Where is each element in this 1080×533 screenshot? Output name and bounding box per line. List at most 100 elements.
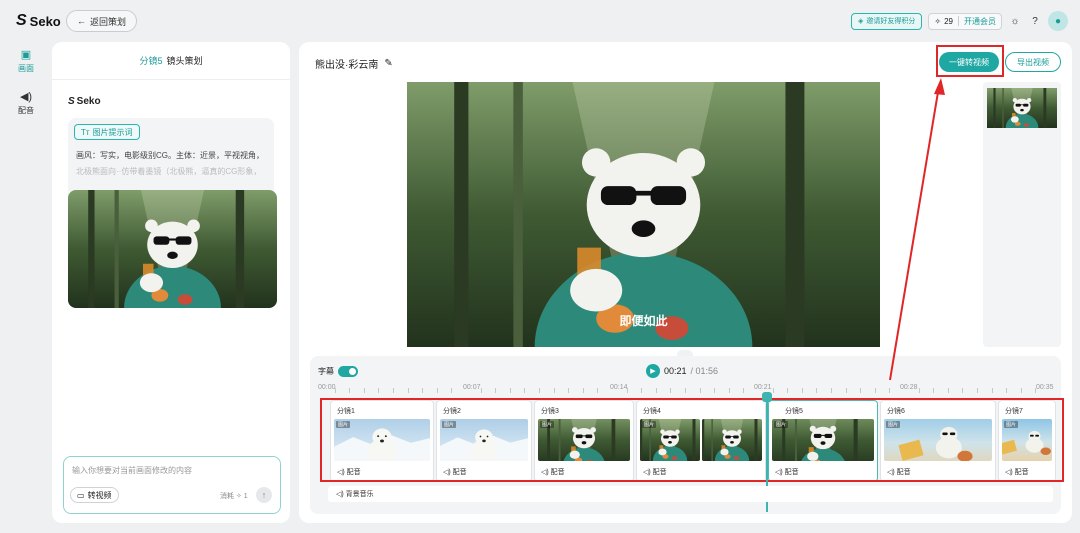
ruler-tick [655, 388, 657, 393]
time-ruler[interactable]: 00:00 00:07 00:14 00:21 00:28 00:35 [310, 382, 1061, 396]
ruler-tick [831, 388, 832, 393]
seko-logo-icon: S [16, 12, 27, 29]
invite-button[interactable]: ◈ 邀请好友得积分 [851, 12, 923, 30]
ruler-tick [699, 388, 701, 393]
ruler-tick [1020, 388, 1022, 393]
subtitle-toggle-label: 字幕 [318, 367, 334, 376]
tick-label: 00:28 [900, 384, 918, 391]
pencil-icon[interactable]: ✎ [384, 58, 392, 69]
project-title: 熊出没·彩云南 [315, 60, 379, 71]
prompt-tag-label: 图片提示词 [92, 127, 133, 137]
ruler-tick [363, 388, 365, 393]
subtitle-text: 即便如此 [619, 314, 668, 328]
ruler-tick [568, 388, 570, 393]
ruler-tick [772, 388, 774, 393]
annotation-box [320, 398, 1064, 482]
sun-icon[interactable]: ☼ [1008, 14, 1022, 28]
ruler-tick [889, 388, 891, 393]
back-button[interactable]: ← 返回策划 [66, 10, 138, 32]
cost-label: 消耗 [220, 493, 234, 500]
bgm-label: 背景音乐 [345, 491, 374, 498]
ruler-tick [1035, 388, 1037, 393]
video-preview[interactable]: 即便如此 [407, 82, 880, 347]
avatar[interactable]: ● [1048, 11, 1068, 31]
user-icon: ● [1054, 15, 1062, 27]
rail-item-voiceover[interactable]: ◀) 配音 [8, 90, 44, 116]
shot-thumbnail[interactable] [68, 190, 277, 308]
ruler-tick [539, 388, 540, 393]
top-right-actions: ◈ 邀请好友得积分 ✧ 29 开通会员 ☼ ? ● [851, 10, 1068, 32]
help-icon[interactable]: ? [1028, 14, 1042, 28]
edit-chat-box[interactable]: 输入你想要对当前画面修改的内容 ▭ 转视频 消耗 ✧ 1 ↑ [63, 456, 281, 514]
ruler-tick [553, 388, 555, 393]
arrow-left-icon: ← [77, 16, 86, 26]
ruler-tick [685, 388, 686, 393]
shot-label: 分镜5 [139, 56, 163, 66]
ruler-tick [495, 388, 497, 393]
playback-controls: ▶ 00:21 / 01:56 [646, 364, 718, 378]
vip-label[interactable]: 开通会员 [964, 16, 996, 27]
invite-label: 邀请好友得积分 [866, 18, 916, 25]
ruler-tick [874, 388, 876, 393]
seko-logo-icon: S [68, 96, 75, 107]
current-time: 00:21 [664, 366, 687, 376]
background-music-track[interactable]: ◁) 背景音乐 [328, 486, 1053, 502]
shot-strip-thumb[interactable] [987, 88, 1057, 128]
toggle-switch[interactable] [338, 366, 358, 377]
subtitle-toggle[interactable]: 字幕 [318, 366, 358, 377]
rail-item-label: 画面 [18, 64, 34, 73]
ruler-tick [801, 388, 803, 393]
shot-thumbnail-image [68, 190, 277, 308]
timeline: 字幕 ▶ 00:21 / 01:56 00:00 00:07 00:14 00:… [310, 356, 1064, 514]
ruler-tick [480, 388, 482, 393]
ruler-tick [451, 388, 453, 393]
credits-pill[interactable]: ✧ 29 开通会员 [928, 12, 1002, 30]
ruler-tick [728, 388, 730, 393]
ruler-tick [393, 388, 394, 393]
convert-chip-label: 转视频 [87, 490, 112, 500]
ruler-tick [436, 388, 438, 393]
convert-video-chip[interactable]: ▭ 转视频 [70, 487, 119, 503]
tick-label: 00:07 [463, 384, 481, 391]
prompt-text: 画风：写实，电影级别CG。主体：近景，平视视角， 北极熊面向··仿带着墨镜（北极… [76, 148, 270, 180]
ruler-tick [787, 388, 789, 393]
prompt-line: 画风：写实，电影级别CG。主体：近景，平视视角， [76, 151, 264, 160]
ruler-tick [918, 388, 920, 393]
assistant-brand: S Seko [68, 96, 101, 107]
app-logo[interactable]: S Seko [16, 12, 61, 30]
ruler-tick [933, 388, 935, 393]
gem-icon: ◈ [858, 18, 864, 25]
preview-image [407, 82, 880, 347]
project-title-row: 熊出没·彩云南 ✎ [315, 56, 393, 71]
cost-indicator: 消耗 ✧ 1 [220, 491, 248, 501]
tick-label: 00:00 [318, 384, 336, 391]
image-icon: ▣ [20, 49, 32, 61]
rail-item-label: 配音 [18, 106, 34, 115]
ruler-tick [582, 388, 584, 393]
chat-input[interactable]: 输入你想要对当前画面修改的内容 [72, 465, 192, 476]
tick-label: 00:35 [1036, 384, 1054, 391]
ruler-tick [1006, 388, 1008, 393]
ruler-tick [626, 388, 628, 393]
ruler-tick [509, 388, 511, 393]
app-name: Seko [29, 13, 61, 29]
storyboard-header: 分镜5 镜头策划 [52, 42, 290, 80]
ruler-tick [597, 388, 599, 393]
sparkle-icon: ✧ [235, 493, 242, 500]
ruler-tick [422, 388, 424, 393]
annotation-box [936, 45, 1004, 77]
image-prompt-tag[interactable]: Tт 图片提示词 [74, 124, 140, 140]
rail-item-visual[interactable]: ▣ 画面 [8, 48, 44, 74]
send-button[interactable]: ↑ [256, 487, 272, 503]
play-icon[interactable]: ▶ [646, 364, 660, 378]
export-video-button[interactable]: 导出视频 [1005, 52, 1061, 72]
credits-count: 29 [944, 16, 953, 26]
brand-name: Seko [76, 96, 101, 107]
ruler-tick [670, 388, 672, 393]
ruler-tick [845, 388, 847, 393]
ruler-tick [743, 388, 745, 393]
tick-label: 00:21 [754, 384, 772, 391]
left-rail: ▣ 画面 ◀) 配音 [8, 48, 44, 132]
ruler-tick [977, 388, 978, 393]
ruler-tick [816, 388, 818, 393]
